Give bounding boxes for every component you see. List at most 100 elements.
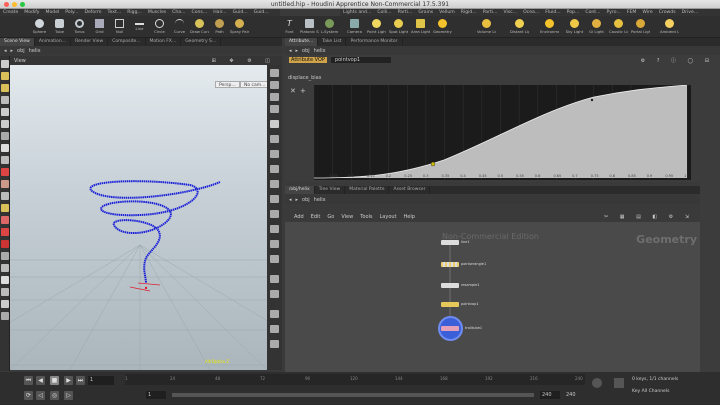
pin-icon[interactable] xyxy=(270,310,279,318)
spray-paint-tool[interactable]: Spray Paint xyxy=(230,17,249,37)
last-frame-button[interactable]: ⏭ xyxy=(76,376,85,385)
node-pointvop[interactable] xyxy=(441,302,459,307)
shelf-tab[interactable]: Model xyxy=(43,9,63,16)
l-system-tool[interactable]: L-System xyxy=(320,17,339,37)
tab-motion-fx[interactable]: Motion FX... xyxy=(146,38,182,46)
light-icon[interactable] xyxy=(270,210,279,218)
obj-path[interactable]: obj xyxy=(17,48,25,54)
shelf-tab[interactable]: Lights and... xyxy=(340,9,374,16)
step-back-icon[interactable]: ◁ xyxy=(36,391,45,400)
torus-tool[interactable]: Torus xyxy=(70,17,89,37)
tab-composite[interactable]: Composite... xyxy=(108,38,146,46)
points-icon[interactable] xyxy=(270,120,279,128)
node-pointwrangle[interactable] xyxy=(441,262,459,267)
node-line[interactable] xyxy=(441,240,459,245)
grid-tool[interactable]: Grid xyxy=(90,17,109,37)
circle-tool[interactable]: Circle xyxy=(150,17,169,37)
spot-light-tool[interactable]: Spot Light xyxy=(389,17,408,37)
tube-tool[interactable]: Tube xyxy=(50,17,69,37)
camera-menu[interactable]: No cam... xyxy=(240,81,270,88)
tab-take-list[interactable]: Take List xyxy=(318,38,347,46)
audio-icon[interactable] xyxy=(592,378,602,388)
bone-tool-icon[interactable] xyxy=(1,276,9,284)
grid-snap-icon[interactable] xyxy=(1,264,9,272)
shelf-tab[interactable]: Guid... xyxy=(251,9,272,16)
node-path[interactable]: helix xyxy=(314,197,326,203)
shelf-tab[interactable]: Drive... xyxy=(679,9,702,16)
sky-light-tool[interactable]: Sky Light xyxy=(565,17,584,37)
shelf-tab[interactable]: Cha... xyxy=(169,9,188,16)
sphere-icon[interactable] xyxy=(270,225,279,233)
range-slider[interactable] xyxy=(172,393,534,397)
shelf-tab[interactable]: Pop... xyxy=(564,9,583,16)
menu-layout[interactable]: Layout xyxy=(380,214,397,220)
forward-icon[interactable]: ▸ xyxy=(11,48,14,54)
tab-material-palette[interactable]: Material Palette xyxy=(345,186,390,194)
wireframe-icon[interactable] xyxy=(270,81,279,89)
shelf-tab[interactable]: Text... xyxy=(105,9,125,16)
end-frame-field[interactable]: 240 xyxy=(540,391,560,399)
end-frame-field-2[interactable]: 240 xyxy=(564,391,584,399)
cloud-tool-icon[interactable] xyxy=(1,300,9,308)
menu-edit[interactable]: Edit xyxy=(311,214,321,220)
blend-tool-icon[interactable] xyxy=(1,288,9,296)
ramp-key-point[interactable] xyxy=(430,161,436,167)
shelf-tab[interactable]: Cons... xyxy=(189,9,211,16)
step-forward-icon[interactable]: ▷ xyxy=(64,391,73,400)
back-icon[interactable]: ◂ xyxy=(289,48,292,54)
shelf-tab[interactable]: Cont... xyxy=(582,9,603,16)
target-tool-icon[interactable] xyxy=(1,228,9,236)
minimize-window-button[interactable] xyxy=(12,2,17,7)
move-tool-icon[interactable] xyxy=(1,72,9,80)
node-resample[interactable] xyxy=(441,283,459,288)
draw-curve-tool[interactable]: Draw Curve xyxy=(190,17,209,37)
node-path[interactable]: helix xyxy=(29,48,41,54)
path-tool[interactable]: Path xyxy=(210,17,229,37)
shelf-tab[interactable]: Crowds xyxy=(656,9,679,16)
network-editor[interactable]: Non-Commercial Edition Geometry line1 po… xyxy=(285,222,700,372)
shelf-tab[interactable]: Rigid... xyxy=(458,9,480,16)
render-icon[interactable] xyxy=(270,290,279,298)
zoom-window-button[interactable] xyxy=(20,2,25,7)
shelf-tab[interactable]: Modify xyxy=(21,9,42,16)
add-key-icon[interactable]: + xyxy=(300,87,306,95)
normals-icon[interactable] xyxy=(270,135,279,143)
node-name-field[interactable]: pointvop1 xyxy=(330,57,391,63)
tab-geometry-spreadsheet[interactable]: Geometry S... xyxy=(181,38,222,46)
camera-tool[interactable]: Camera xyxy=(345,17,364,37)
play-button[interactable]: ▶ xyxy=(64,376,73,385)
shelf-tab[interactable]: FEM xyxy=(624,9,640,16)
shelf-tab[interactable]: Grains xyxy=(415,9,436,16)
menu-go[interactable]: Go xyxy=(327,214,334,220)
forward-icon[interactable]: ▸ xyxy=(296,48,299,54)
caustic-light-tool[interactable]: Caustic Light xyxy=(609,17,628,37)
obj-path[interactable]: obj xyxy=(302,197,310,203)
flame-tool-icon[interactable] xyxy=(1,216,9,224)
snap-icon[interactable] xyxy=(270,150,279,158)
handle-tool-icon[interactable] xyxy=(1,108,9,116)
key-all-channels-button[interactable]: Key All Channels xyxy=(632,389,669,394)
lighting-icon[interactable] xyxy=(270,105,279,113)
loop-icon[interactable]: ⟳ xyxy=(24,391,33,400)
box-icon[interactable] xyxy=(270,255,279,263)
back-icon[interactable]: ◂ xyxy=(4,48,7,54)
ambient-light-tool[interactable]: Ambient Light xyxy=(660,17,679,37)
shelf-tab[interactable]: Guid... xyxy=(230,9,251,16)
shelf-tab[interactable]: Deform xyxy=(81,9,104,16)
shelf-tab[interactable]: Colli... xyxy=(374,9,394,16)
sphere-tool[interactable]: Sphere xyxy=(30,17,49,37)
first-frame-button[interactable]: ⏮ xyxy=(24,376,33,385)
shelf-tab[interactable]: Parti... xyxy=(395,9,416,16)
add-point-button[interactable]: ✕ xyxy=(290,87,296,95)
tab-render-view[interactable]: Render View xyxy=(71,38,109,46)
tab-performance-monitor[interactable]: Performance Monitor xyxy=(346,38,403,46)
brush-tool-icon[interactable] xyxy=(1,192,9,200)
shelf-tab[interactable]: Visc... xyxy=(500,9,520,16)
prev-key-button[interactable]: ◀ xyxy=(36,376,45,385)
camera-icon[interactable] xyxy=(270,180,279,188)
view-tool-icon[interactable] xyxy=(1,168,9,176)
shelf-tab[interactable]: Poly... xyxy=(62,9,81,16)
shelf-tab[interactable]: Parti... xyxy=(480,9,501,16)
cube-icon[interactable] xyxy=(270,240,279,248)
pose-tool-icon[interactable] xyxy=(1,120,9,128)
